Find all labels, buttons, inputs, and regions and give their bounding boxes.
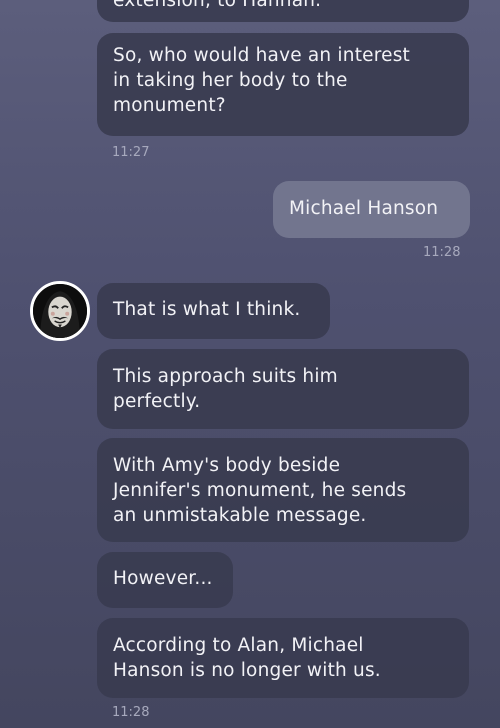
- message-bubble-incoming: That is what I think.: [97, 283, 330, 339]
- message-bubble-incoming: However...: [97, 552, 233, 608]
- message-timestamp: 11:28: [112, 705, 150, 720]
- message-bubble-outgoing: Michael Hanson: [273, 181, 470, 238]
- message-timestamp: 11:27: [112, 145, 150, 160]
- message-bubble-incoming: According to Alan, Michael Hanson is no …: [97, 618, 469, 698]
- message-bubble-incoming: This approach suits him perfectly.: [97, 349, 469, 429]
- message-bubble-incoming: So, who would have an interest in taking…: [97, 33, 469, 136]
- message-bubble-incoming: extension, to Hannah.: [97, 0, 469, 22]
- masked-figure-avatar-icon: [33, 284, 87, 338]
- message-timestamp: 11:28: [423, 245, 461, 260]
- message-bubble-incoming: With Amy's body beside Jennifer's monume…: [97, 438, 469, 542]
- contact-avatar[interactable]: [30, 281, 90, 341]
